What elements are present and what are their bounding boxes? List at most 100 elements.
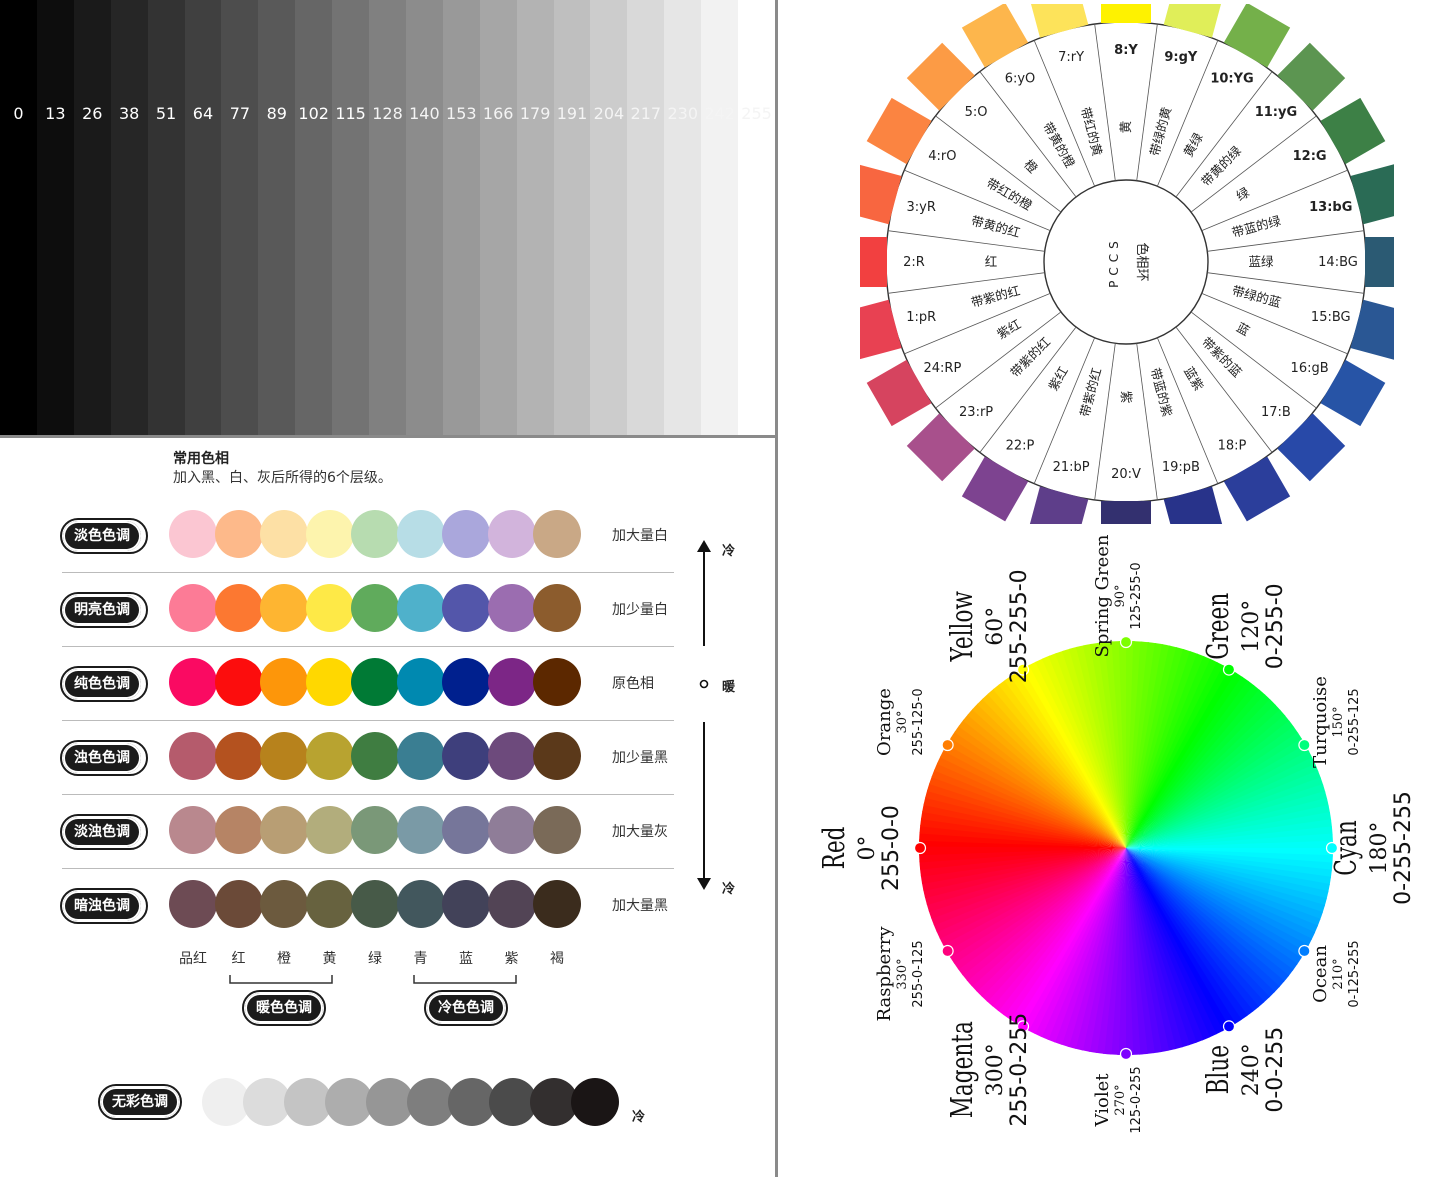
rgb-color-name: Turquoise (1310, 676, 1331, 768)
warm-bracket (229, 975, 333, 984)
up-arrow-head (697, 540, 711, 552)
pccs-hue-swatch (1163, 486, 1224, 524)
pccs-hue-swatch (1223, 4, 1291, 68)
pccs-center-subtitle: 色相环 (1134, 242, 1150, 281)
rgb-color-degree: 180° (1367, 822, 1392, 875)
gray-step (221, 0, 259, 435)
pccs-hue-swatch (1320, 97, 1386, 165)
rgb-color-value: 125-0-255 (1129, 1066, 1144, 1133)
gray-value-label: 204 (593, 104, 625, 123)
tone-swatch (260, 584, 308, 632)
achromatic-pill: 无彩色调 (101, 1087, 179, 1117)
row-separator (62, 794, 674, 795)
rgb-color-label: Turquoise 150° 0-255-125 (1310, 676, 1362, 768)
rgb-color-degree: 240° (1239, 1043, 1264, 1096)
gray-step (295, 0, 333, 435)
rgb-color-name: Red (818, 827, 852, 870)
rgb-color-value: 0-255-125 (1347, 688, 1362, 755)
rgb-color-degree: 90° (1113, 584, 1128, 607)
rgb-color-degree: 0° (855, 836, 880, 861)
gray-step (738, 0, 776, 435)
rgb-color-degree: 60° (983, 607, 1008, 646)
rgb-color-value: 0-255-0 (1263, 583, 1288, 669)
tone-swatch (487, 658, 536, 706)
tone-label-pill: 淡浊色调 (63, 817, 141, 847)
pccs-hue-cn-name: 带蓝的紫 (1148, 366, 1175, 418)
pccs-hue-code: 23:rP (959, 405, 993, 420)
rgb-color-name: Violet (1092, 1073, 1113, 1128)
rgb-color-name: Spring Green (1092, 534, 1113, 657)
gray-step (627, 0, 665, 435)
pccs-hue-cn-name: 橙 (1021, 156, 1041, 176)
rgb-color-label: Red 0° 255-0-0 (818, 805, 904, 891)
tone-swatch (305, 510, 354, 558)
tone-swatch (305, 584, 354, 632)
pccs-hue-cn-name: 带紫的蓝 (1199, 334, 1245, 380)
tone-swatch (214, 880, 263, 928)
tone-swatch (487, 732, 536, 780)
pccs-sector-line (1207, 230, 1364, 252)
rgb-color-wheel: Red 0° 255-0-0 Orange 30° 255-125-0 Yellow 60° 2… (818, 534, 1416, 1134)
tone-swatch (487, 806, 536, 854)
rgb-color-label: Green 120° 0-255-0 (1202, 583, 1288, 669)
pccs-hue-code: 11:yG (1255, 105, 1297, 120)
pccs-hue-code: 1:pR (906, 310, 936, 325)
tone-swatch (351, 584, 399, 632)
hue-tone-chart: 常用色相 加入黑、白、灰后所得的6个层级。 淡色色调 加大量白 明亮色调 加少量白 纯色… (0, 438, 775, 1177)
gray-step (701, 0, 739, 435)
pccs-hue-circle: 1:pR 带紫的红 2:R 红 3:yR 带黄的红 4:rO 带红的橙 5:O 橙 6:yO 带黄的橙… (860, 4, 1394, 524)
gray-value-label: 128 (372, 104, 403, 123)
pccs-hue-code: 19:pB (1162, 460, 1200, 475)
tone-swatch (351, 880, 399, 928)
gray-step (73, 0, 112, 435)
rgb-wheel-marker (1298, 738, 1311, 752)
tone-swatch (214, 732, 263, 780)
pccs-hue-code: 15:BG (1311, 310, 1351, 325)
tone-label-pill: 暗浊色调 (63, 891, 141, 921)
warm-label: 暖 (722, 680, 736, 695)
tone-label-pill: 浊色色调 (63, 743, 141, 773)
pccs-hue-swatch (961, 4, 1029, 68)
tone-swatch (533, 584, 581, 632)
tone-note: 加大量灰 (612, 824, 668, 840)
pccs-hue-cn-name: 带蓝的绿 (1230, 213, 1283, 241)
rgb-color-name: Raspberry (874, 926, 895, 1022)
pccs-hue-code: 14:BG (1318, 255, 1358, 270)
rgb-color-name: Yellow (946, 591, 980, 663)
rgb-color-label: Orange 30° 255-125-0 (874, 688, 926, 756)
tone-swatch (442, 732, 490, 780)
color-reference-sheet: 0 13 26 38 51 64 77 89 102 115 128 140 153 166 179 191 2… (0, 0, 1440, 1177)
tone-swatch (260, 806, 308, 854)
pccs-hue-code: 3:yR (907, 200, 936, 215)
pccs-center-title: PCCS (1107, 236, 1121, 288)
rgb-color-name: Orange (874, 688, 895, 756)
tone-swatch (533, 880, 581, 928)
rgb-color-name: Blue (1202, 1045, 1236, 1094)
pccs-hue-swatch (1163, 4, 1224, 38)
pccs-hue-swatch (1365, 237, 1394, 287)
gray-value-label: 179 (519, 104, 551, 123)
gray-value-label: 0 (13, 104, 24, 123)
pccs-hue-code: 10:YG (1210, 71, 1253, 86)
tone-swatch (351, 510, 399, 558)
tone-swatch (533, 806, 581, 854)
rgb-color-name: Green (1202, 593, 1236, 660)
pccs-sector-line (1175, 326, 1273, 453)
hue-name-label: 品红 (179, 951, 207, 967)
gray-step (147, 0, 185, 435)
rgb-color-value: 0-255-255 (1391, 791, 1416, 905)
tone-swatch (169, 732, 217, 780)
pccs-hue-swatch (1350, 299, 1394, 360)
hue-chart-subtitle: 加入黑、白、灰后所得的6个层级。 (173, 470, 392, 486)
tone-swatch (214, 584, 263, 632)
pccs-hue-swatch (1320, 359, 1386, 427)
gray-step (258, 0, 296, 435)
rgb-color-value: 255-0-255 (1007, 1013, 1032, 1127)
tone-swatch (351, 806, 399, 854)
rgb-color-degree: 330° (895, 958, 910, 989)
rgb-color-label: Ocean 210° 0-125-255 (1310, 940, 1362, 1007)
tone-note: 加大量黑 (612, 898, 668, 914)
rgb-color-label: Cyan 180° 0-255-255 (1330, 791, 1416, 905)
temperature-arrows (697, 540, 711, 890)
tone-note: 加少量白 (612, 602, 668, 618)
